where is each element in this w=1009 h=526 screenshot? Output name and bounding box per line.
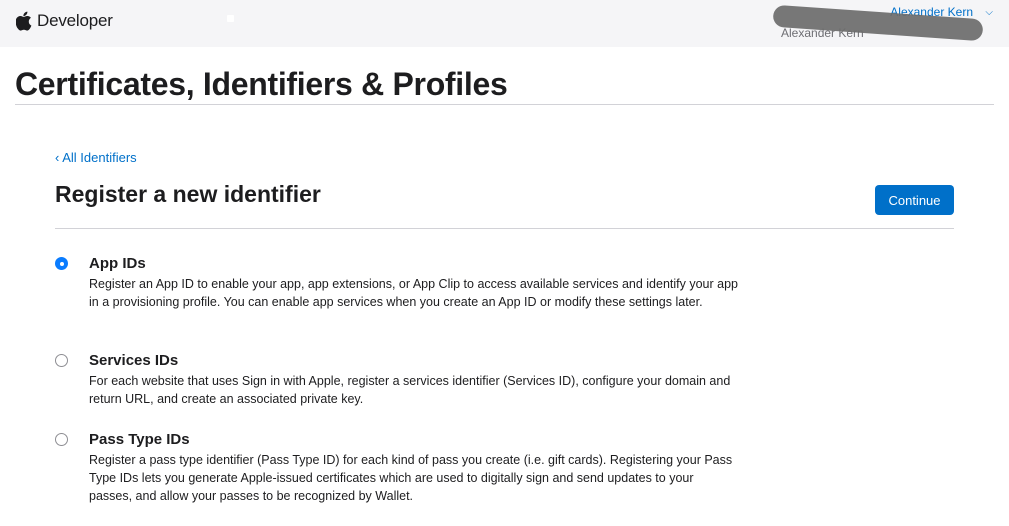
top-navigation-bar: Developer Alexander Kern ⌵ Alexander Ker…: [0, 0, 1009, 47]
apple-logo-icon: [16, 11, 32, 31]
section-divider: [55, 228, 954, 229]
radio-pass-type-ids[interactable]: [55, 433, 68, 446]
developer-brand-link[interactable]: Developer: [16, 11, 113, 31]
option-app-ids[interactable]: App IDs Register an App ID to enable you…: [55, 255, 755, 327]
decorative-dot: [227, 15, 234, 22]
page-title: Certificates, Identifiers & Profiles: [15, 66, 508, 102]
option-description: For each website that uses Sign in with …: [89, 374, 731, 406]
title-divider: [15, 104, 994, 105]
radio-services-ids[interactable]: [55, 354, 68, 367]
continue-button[interactable]: Continue: [875, 185, 954, 215]
option-description: Register an App ID to enable your app, a…: [89, 277, 738, 309]
option-title: Services IDs: [89, 352, 179, 369]
option-pass-type-ids[interactable]: Pass Type IDs Register a pass type ident…: [55, 431, 755, 503]
option-services-ids[interactable]: Services IDs For each website that uses …: [55, 352, 755, 406]
all-identifiers-link[interactable]: ‹ All Identifiers: [55, 150, 137, 165]
chevron-down-icon[interactable]: ⌵: [985, 7, 993, 18]
option-title: App IDs: [89, 255, 146, 272]
account-menu[interactable]: Alexander Kern ⌵ Alexander Kern: [772, 4, 993, 42]
section-title: Register a new identifier: [55, 181, 321, 207]
option-description: Register a pass type identifier (Pass Ty…: [89, 453, 733, 503]
radio-app-ids[interactable]: [55, 257, 68, 270]
brand-text: Developer: [37, 11, 113, 30]
option-title: Pass Type IDs: [89, 431, 190, 448]
